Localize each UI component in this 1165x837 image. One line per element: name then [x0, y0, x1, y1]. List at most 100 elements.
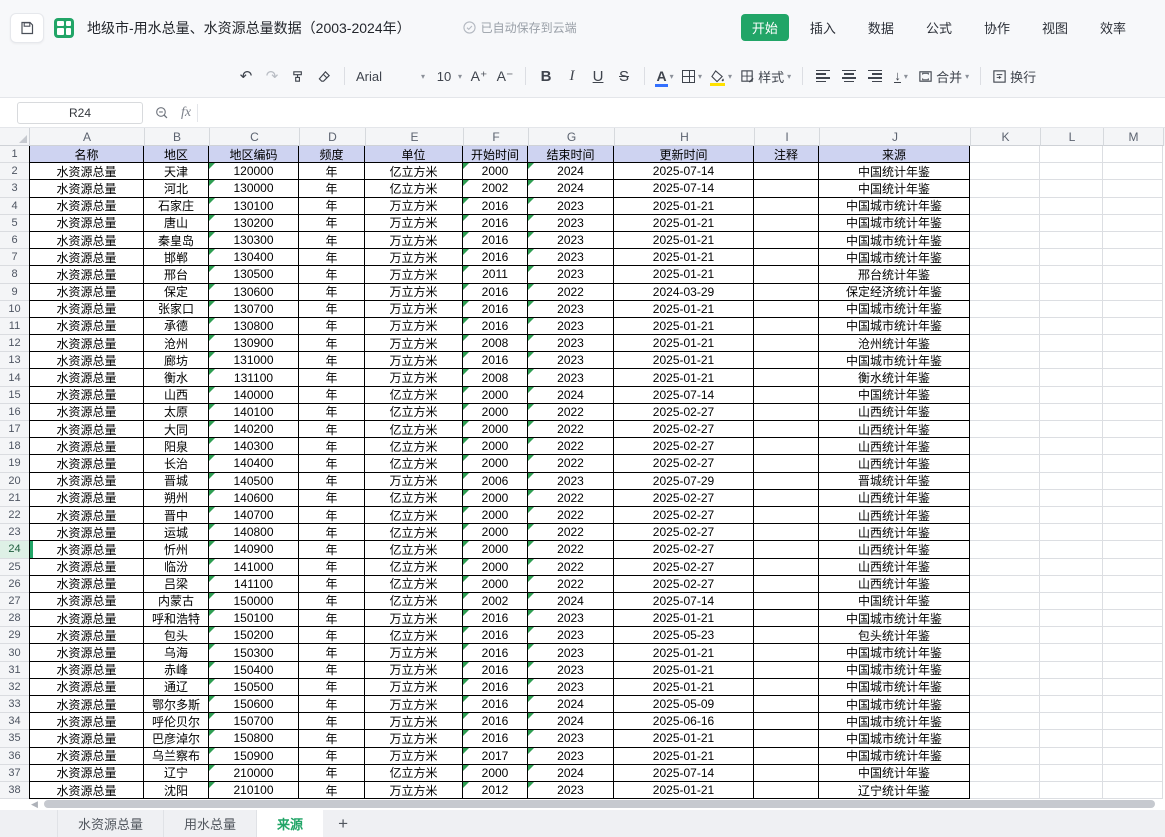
cell-A16[interactable]: 水资源总量 — [29, 403, 144, 421]
cell-G15[interactable]: 2024 — [528, 386, 614, 404]
italic-button[interactable]: I — [559, 62, 585, 90]
cell-K30[interactable] — [970, 644, 1040, 662]
row-header-35[interactable]: 35 — [0, 730, 30, 748]
cell-A4[interactable]: 水资源总量 — [29, 197, 144, 215]
cell-L22[interactable] — [1040, 506, 1103, 525]
cell-M14[interactable] — [1103, 369, 1163, 387]
menu-tab-formula[interactable]: 公式 — [915, 14, 963, 41]
cell-G13[interactable]: 2023 — [528, 352, 614, 370]
cell-J37[interactable]: 中国统计年鉴 — [819, 764, 970, 782]
row-header-37[interactable]: 37 — [0, 764, 30, 782]
cell-J28[interactable]: 中国城市统计年鉴 — [819, 610, 970, 628]
cell-I35[interactable] — [754, 730, 819, 748]
row-header-21[interactable]: 21 — [0, 489, 30, 507]
cell-L37[interactable] — [1040, 764, 1103, 782]
row-header-24[interactable]: 24 — [0, 541, 30, 559]
cell-I30[interactable] — [754, 644, 819, 662]
menu-tab-collab[interactable]: 协作 — [973, 14, 1021, 41]
row-header-26[interactable]: 26 — [0, 575, 30, 593]
cell-M22[interactable] — [1103, 506, 1163, 525]
cell-A20[interactable]: 水资源总量 — [29, 472, 144, 490]
column-header-L[interactable]: L — [1041, 128, 1104, 146]
cell-G20[interactable]: 2023 — [528, 472, 614, 490]
cell-B9[interactable]: 保定 — [144, 283, 209, 301]
cell-H4[interactable]: 2025-01-21 — [614, 197, 754, 215]
underline-button[interactable]: U — [585, 62, 611, 90]
row-header-14[interactable]: 14 — [0, 369, 30, 387]
cell-G2[interactable]: 2024 — [528, 163, 614, 181]
cell-H17[interactable]: 2025-02-27 — [614, 421, 754, 439]
cell-K25[interactable] — [970, 558, 1040, 576]
align-left-button[interactable] — [810, 62, 836, 90]
cell-F8[interactable]: 2011 — [463, 266, 528, 284]
cell-D22[interactable]: 年 — [299, 506, 365, 525]
cell-I38[interactable] — [754, 781, 819, 800]
cell-F5[interactable]: 2016 — [463, 214, 528, 232]
cell-H14[interactable]: 2025-01-21 — [614, 369, 754, 387]
cell-F7[interactable]: 2016 — [463, 249, 528, 267]
row-header-25[interactable]: 25 — [0, 558, 30, 576]
cell-L16[interactable] — [1040, 403, 1103, 421]
cell-J24[interactable]: 山西统计年鉴 — [819, 541, 970, 559]
cell-C14[interactable]: 131100 — [209, 369, 299, 387]
cell-M35[interactable] — [1103, 730, 1163, 748]
cell-I13[interactable] — [754, 352, 819, 370]
cell-L8[interactable] — [1040, 266, 1103, 284]
cell-A38[interactable]: 水资源总量 — [29, 781, 144, 800]
borders-button[interactable]: ▾ — [678, 62, 706, 90]
row-header-34[interactable]: 34 — [0, 713, 30, 731]
cell-B26[interactable]: 吕梁 — [144, 575, 209, 593]
cell-C9[interactable]: 130600 — [209, 283, 299, 301]
cell-B14[interactable]: 衡水 — [144, 369, 209, 387]
cell-B7[interactable]: 邯郸 — [144, 249, 209, 267]
cell-K36[interactable] — [970, 747, 1040, 765]
cell-J3[interactable]: 中国统计年鉴 — [819, 180, 970, 198]
cell-J18[interactable]: 山西统计年鉴 — [819, 438, 970, 456]
decrease-font-button[interactable]: A⁻ — [492, 62, 518, 90]
cell-E2[interactable]: 亿立方米 — [365, 163, 463, 181]
cell-M5[interactable] — [1103, 214, 1163, 232]
cell-F27[interactable]: 2002 — [463, 592, 528, 611]
cell-F9[interactable]: 2016 — [463, 283, 528, 301]
cell-B24[interactable]: 忻州 — [144, 541, 209, 559]
cell-J29[interactable]: 包头统计年鉴 — [819, 627, 970, 645]
cell-K5[interactable] — [970, 214, 1040, 232]
row-header-9[interactable]: 9 — [0, 283, 30, 301]
cell-L28[interactable] — [1040, 610, 1103, 628]
row-header-28[interactable]: 28 — [0, 610, 30, 628]
cell-E37[interactable]: 亿立方米 — [365, 764, 463, 782]
cell-B18[interactable]: 阳泉 — [144, 438, 209, 456]
column-header-G[interactable]: G — [529, 128, 615, 146]
cell-M37[interactable] — [1103, 764, 1163, 782]
cell-J1[interactable]: 来源 — [819, 146, 970, 164]
cell-J22[interactable]: 山西统计年鉴 — [819, 506, 970, 525]
cell-E36[interactable]: 万立方米 — [365, 747, 463, 765]
menu-tab-data[interactable]: 数据 — [857, 14, 905, 41]
cell-I20[interactable] — [754, 472, 819, 490]
sheet-tab-water-use[interactable]: 用水总量 — [164, 810, 258, 837]
cell-G4[interactable]: 2023 — [528, 197, 614, 215]
cell-G24[interactable]: 2022 — [528, 541, 614, 559]
row-header-31[interactable]: 31 — [0, 661, 30, 679]
cell-I22[interactable] — [754, 506, 819, 525]
cell-B11[interactable]: 承德 — [144, 317, 209, 336]
save-button[interactable] — [10, 12, 44, 43]
cell-F21[interactable]: 2000 — [463, 489, 528, 507]
cell-I34[interactable] — [754, 713, 819, 731]
cell-F30[interactable]: 2016 — [463, 644, 528, 662]
cell-A7[interactable]: 水资源总量 — [29, 249, 144, 267]
cell-B33[interactable]: 鄂尔多斯 — [144, 696, 209, 714]
cell-H18[interactable]: 2025-02-27 — [614, 438, 754, 456]
cell-C18[interactable]: 140300 — [209, 438, 299, 456]
cell-M27[interactable] — [1103, 592, 1163, 611]
cell-I8[interactable] — [754, 266, 819, 284]
cell-C2[interactable]: 120000 — [209, 163, 299, 181]
cell-C31[interactable]: 150400 — [209, 661, 299, 679]
cell-A26[interactable]: 水资源总量 — [29, 575, 144, 593]
cell-D6[interactable]: 年 — [299, 231, 365, 250]
vertical-align-button[interactable]: ↓ ▾ — [888, 62, 914, 90]
cell-K13[interactable] — [970, 352, 1040, 370]
cell-E32[interactable]: 万立方米 — [365, 678, 463, 696]
cell-I17[interactable] — [754, 421, 819, 439]
cell-F23[interactable]: 2000 — [463, 524, 528, 542]
